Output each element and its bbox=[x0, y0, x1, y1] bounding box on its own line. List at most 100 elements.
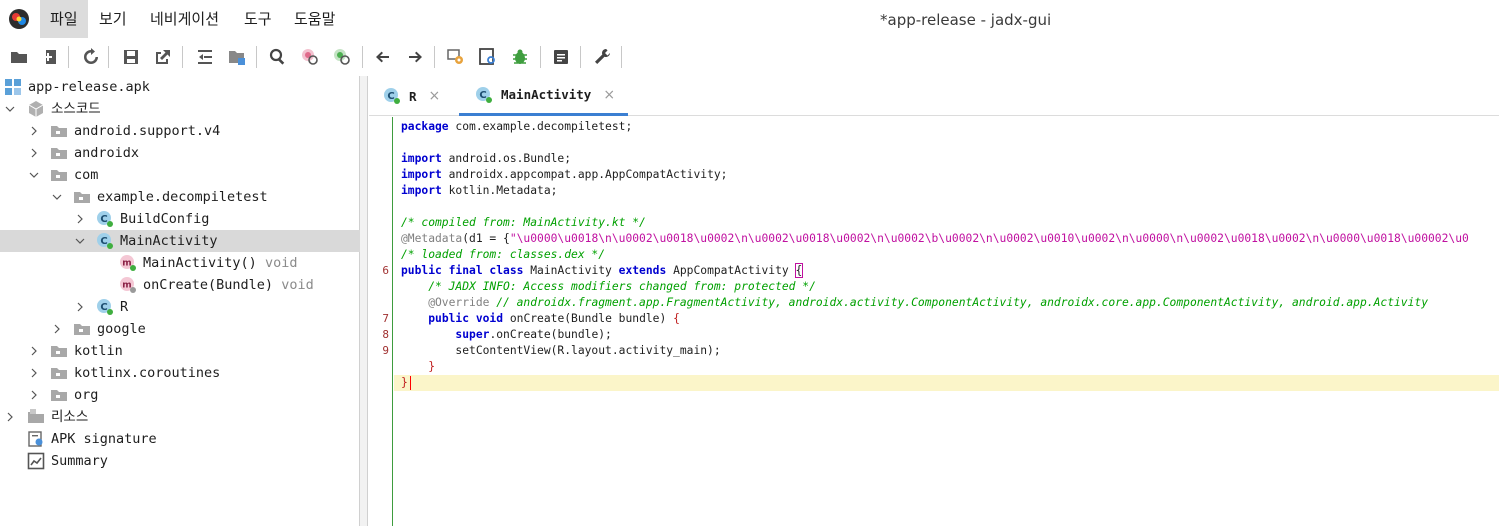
tree-label: kotlinx.coroutines bbox=[74, 365, 221, 381]
tree-package[interactable]: com bbox=[0, 164, 360, 186]
search-icon[interactable] bbox=[267, 46, 289, 68]
window-title: *app-release - jadx-gui bbox=[880, 11, 1052, 29]
method-icon: m bbox=[119, 254, 137, 272]
panel-splitter[interactable] bbox=[360, 76, 368, 526]
open-folder-icon[interactable] bbox=[8, 46, 30, 68]
tree-apk-signature[interactable]: APK signature bbox=[0, 428, 360, 450]
reload-icon[interactable] bbox=[80, 46, 102, 68]
tree-package[interactable]: google bbox=[0, 318, 360, 340]
tree-summary[interactable]: Summary bbox=[0, 450, 360, 472]
log-viewer-icon[interactable] bbox=[550, 46, 572, 68]
line-number: 6 bbox=[382, 264, 389, 277]
chevron-right-icon[interactable] bbox=[28, 362, 40, 384]
method-icon: m bbox=[119, 276, 137, 294]
code-line: @Metadata(d1 = {"\u0000\u0018\n\u0002\u0… bbox=[401, 232, 1469, 245]
code-line: import android.os.Bundle; bbox=[401, 152, 572, 165]
line-number-gutter: 6 7 8 9 bbox=[369, 117, 393, 526]
tab-label: R bbox=[409, 88, 417, 104]
title-bar: 파일 보기 네비게이션 도구 도움말 *app-release - jadx-g… bbox=[0, 0, 1499, 38]
tab-r[interactable]: C R × bbox=[383, 76, 459, 116]
chevron-right-icon[interactable] bbox=[28, 120, 40, 142]
folder-icon bbox=[50, 342, 68, 360]
tree-label: MainActivity() void bbox=[143, 255, 298, 271]
code-line: public void onCreate(Bundle bundle) { bbox=[428, 312, 680, 325]
tree-method[interactable]: m MainActivity() void bbox=[0, 252, 360, 274]
chevron-right-icon[interactable] bbox=[74, 296, 86, 318]
tree-label: onCreate(Bundle) void bbox=[143, 277, 314, 293]
tab-mainactivity[interactable]: C MainActivity × bbox=[459, 76, 628, 116]
preferences-wrench-icon[interactable] bbox=[591, 46, 613, 68]
debug-bug-icon[interactable] bbox=[509, 46, 531, 68]
tree-label: Summary bbox=[51, 453, 108, 469]
tree-label: example.decompiletest bbox=[97, 189, 268, 205]
chevron-right-icon[interactable] bbox=[51, 318, 63, 340]
code-editor[interactable]: 6 7 8 9 package com.example.decompiletes… bbox=[369, 117, 1499, 526]
code-line: package com.example.decompiletest; bbox=[401, 120, 633, 133]
class-icon: C bbox=[96, 210, 114, 228]
save-icon[interactable] bbox=[120, 46, 142, 68]
tree-package[interactable]: example.decompiletest bbox=[0, 186, 360, 208]
add-files-icon[interactable] bbox=[40, 46, 62, 68]
deobfuscation-icon[interactable] bbox=[445, 46, 467, 68]
sync-tree-icon[interactable] bbox=[194, 46, 216, 68]
menu-file[interactable]: 파일 bbox=[40, 0, 88, 38]
svg-text:C: C bbox=[100, 302, 107, 313]
flatten-packages-icon[interactable] bbox=[226, 46, 248, 68]
code-line: @Override // androidx.fragment.app.Fragm… bbox=[401, 296, 1429, 309]
tree-root-apk[interactable]: app-release.apk bbox=[0, 76, 360, 98]
tree-package[interactable]: kotlin bbox=[0, 340, 360, 362]
menu-navigation[interactable]: 네비게이션 bbox=[140, 0, 229, 38]
back-arrow-icon[interactable] bbox=[372, 46, 394, 68]
project-tree[interactable]: app-release.apk 소스코드 android.support.v4 … bbox=[0, 76, 360, 526]
tree-package[interactable]: org bbox=[0, 384, 360, 406]
tree-label: com bbox=[74, 167, 99, 183]
chevron-down-icon[interactable] bbox=[28, 164, 40, 186]
line-number: 7 bbox=[382, 312, 389, 325]
chevron-down-icon[interactable] bbox=[51, 186, 63, 208]
folder-icon bbox=[73, 320, 91, 338]
folder-icon bbox=[50, 122, 68, 140]
tree-label: 소스코드 bbox=[51, 101, 101, 117]
tree-method[interactable]: m onCreate(Bundle) void bbox=[0, 274, 360, 296]
close-icon[interactable]: × bbox=[603, 87, 615, 103]
find-usage-icon[interactable] bbox=[299, 46, 321, 68]
tree-class[interactable]: C BuildConfig bbox=[0, 208, 360, 230]
tree-class[interactable]: C R bbox=[0, 296, 360, 318]
quick-search-icon[interactable] bbox=[477, 46, 499, 68]
menu-view[interactable]: 보기 bbox=[89, 0, 137, 38]
chevron-down-icon[interactable] bbox=[4, 98, 16, 120]
code-line: public final class MainActivity extends … bbox=[401, 263, 804, 278]
tree-resources[interactable]: 리소스 bbox=[0, 406, 360, 428]
tree-label: MainActivity bbox=[120, 233, 218, 249]
chevron-right-icon[interactable] bbox=[28, 384, 40, 406]
forward-arrow-icon[interactable] bbox=[404, 46, 426, 68]
export-icon[interactable] bbox=[152, 46, 174, 68]
chevron-right-icon[interactable] bbox=[74, 208, 86, 230]
menu-help[interactable]: 도움말 bbox=[284, 0, 345, 38]
tree-label: 리소스 bbox=[51, 409, 89, 425]
class-icon: C bbox=[96, 298, 114, 316]
tree-package[interactable]: androidx bbox=[0, 142, 360, 164]
menu-tools[interactable]: 도구 bbox=[234, 0, 282, 38]
code-line: } bbox=[401, 360, 436, 373]
tree-label: APK signature bbox=[51, 431, 157, 447]
code-line: import androidx.appcompat.app.AppCompatA… bbox=[401, 168, 728, 181]
chevron-right-icon[interactable] bbox=[28, 142, 40, 164]
apk-icon bbox=[4, 78, 22, 96]
folder-icon bbox=[50, 386, 68, 404]
chevron-right-icon[interactable] bbox=[28, 340, 40, 362]
folder-icon bbox=[50, 166, 68, 184]
tree-package[interactable]: kotlinx.coroutines bbox=[0, 362, 360, 384]
tree-package[interactable]: android.support.v4 bbox=[0, 120, 360, 142]
text-cursor bbox=[409, 376, 411, 390]
svg-text:C: C bbox=[100, 214, 107, 225]
close-icon[interactable]: × bbox=[429, 88, 441, 104]
line-number: 9 bbox=[382, 344, 389, 357]
tree-class-selected[interactable]: C MainActivity bbox=[0, 230, 360, 252]
chevron-down-icon[interactable] bbox=[74, 230, 86, 252]
find-class-icon[interactable] bbox=[331, 46, 353, 68]
package-box-icon bbox=[27, 100, 45, 118]
chevron-right-icon[interactable] bbox=[4, 406, 16, 428]
tree-source-code[interactable]: 소스코드 bbox=[0, 98, 360, 120]
folder-icon bbox=[50, 144, 68, 162]
